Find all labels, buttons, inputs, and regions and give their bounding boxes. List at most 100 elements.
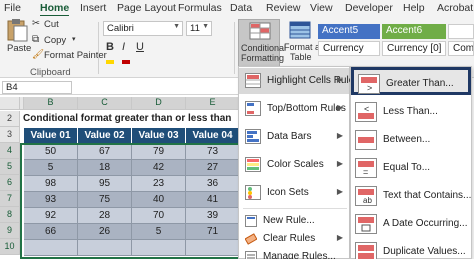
font-name-select[interactable]: Calibri ▼ (103, 21, 183, 36)
column-header-d[interactable]: D (132, 97, 186, 110)
table-cell[interactable]: 36 (186, 176, 240, 192)
column-header-c[interactable]: C (78, 97, 132, 110)
cut-button[interactable]: ✂ Cut (32, 18, 92, 32)
table-cell[interactable] (24, 240, 78, 256)
italic-button[interactable]: I (122, 41, 125, 53)
menu-item-highlight-cells-rules[interactable]: Highlight Cells Rules ▶ (239, 68, 359, 94)
table-cell[interactable]: 39 (186, 208, 240, 224)
style-accent6[interactable]: Accent6 (382, 24, 446, 39)
submenu-item-less-than[interactable]: < Less Than... (351, 98, 471, 126)
menu-item-label: Color Scales (267, 159, 324, 170)
tab-data[interactable]: Data (230, 2, 252, 14)
table-header-cell[interactable]: Value 02 (78, 128, 132, 144)
row-header[interactable]: 7 (0, 191, 20, 207)
table-cell[interactable]: 70 (132, 208, 186, 224)
menu-item-data-bars[interactable]: Data Bars ▶ (239, 124, 349, 150)
font-color-icon[interactable] (122, 60, 130, 64)
table-cell[interactable]: 41 (186, 192, 240, 208)
row-header[interactable]: 10 (0, 239, 20, 255)
name-box[interactable]: B4 (2, 81, 72, 94)
menu-item-color-scales[interactable]: Color Scales ▶ (239, 152, 349, 178)
table-cell[interactable]: 92 (24, 208, 78, 224)
menu-item-top-bottom-rules[interactable]: Top/Bottom Rules ▶ (239, 96, 349, 122)
table-cell[interactable]: 98 (24, 176, 78, 192)
copy-button[interactable]: ⧉ Copy ▾ (32, 34, 92, 48)
conditional-formatting-icon (249, 22, 271, 40)
tab-help[interactable]: Help (403, 2, 425, 14)
column-header-b[interactable]: B (24, 97, 78, 110)
table-cell[interactable]: 5 (132, 224, 186, 240)
font-size-select[interactable]: 11 ▼ (186, 21, 212, 36)
row-header[interactable]: 9 (0, 223, 20, 239)
underline-button[interactable]: U (136, 41, 144, 53)
menu-item-clear-rules[interactable]: Clear Rules ▶ (239, 230, 349, 248)
table-header-cell[interactable]: Value 03 (132, 128, 186, 144)
table-cell[interactable]: 27 (186, 160, 240, 176)
style-next[interactable] (448, 24, 474, 39)
row-header[interactable]: 8 (0, 207, 20, 223)
row-header[interactable]: 3 (0, 127, 20, 143)
tab-file[interactable]: File (4, 2, 21, 14)
tab-developer[interactable]: Developer (345, 2, 393, 14)
table-cell[interactable] (78, 240, 132, 256)
fill-color-icon[interactable] (106, 60, 114, 64)
table-cell[interactable]: 67 (78, 144, 132, 160)
table-cell[interactable]: 50 (24, 144, 78, 160)
row-header[interactable]: 2 (0, 111, 20, 127)
row-header[interactable]: 5 (0, 159, 20, 175)
column-header-e[interactable]: E (186, 97, 240, 110)
table-cell[interactable]: 40 (132, 192, 186, 208)
style-currency-0[interactable]: Currency [0] (382, 41, 446, 56)
menu-item-manage-rules[interactable]: Manage Rules... (239, 248, 349, 259)
worksheet-grid[interactable]: B C D E 2 3 4 5 6 7 8 9 10 Conditional f… (0, 97, 242, 259)
table-cell[interactable]: 42 (132, 160, 186, 176)
table-cell[interactable] (186, 240, 240, 256)
style-accent5[interactable]: Accent5 (318, 24, 380, 39)
tab-home[interactable]: Home (40, 2, 70, 17)
menu-item-icon-sets[interactable]: Icon Sets ▶ (239, 180, 349, 206)
table-cell[interactable]: 75 (78, 192, 132, 208)
table-cell[interactable]: 23 (132, 176, 186, 192)
table-header-cell[interactable]: Value 04 (186, 128, 240, 144)
table-cell[interactable]: 79 (132, 144, 186, 160)
tab-formulas[interactable]: Formulas (178, 2, 222, 14)
submenu-item-greater-than[interactable]: > Greater Than... (351, 67, 471, 95)
format-painter-button[interactable]: 🖌 Format Painter (32, 49, 112, 63)
table-cell[interactable] (132, 240, 186, 256)
tab-acrobat[interactable]: Acrobat (437, 2, 473, 14)
conditional-formatting-button[interactable]: Conditional Formatting (238, 19, 286, 67)
ribbon-tab-bar: File Home Insert Page Layout Formulas Da… (0, 0, 474, 17)
table-cell[interactable]: 73 (186, 144, 240, 160)
tab-review[interactable]: Review (266, 2, 300, 14)
submenu-item-duplicate-values[interactable]: Duplicate Values... (351, 238, 471, 259)
submenu-item-between[interactable]: Between... (351, 126, 471, 154)
table-cell[interactable]: 71 (186, 224, 240, 240)
table-header-cell[interactable]: Value 01 (24, 128, 78, 144)
chevron-down-icon: ▾ (72, 36, 76, 43)
format-as-table-label-2: Table (290, 52, 312, 62)
style-currency[interactable]: Currency (318, 41, 380, 56)
table-cell[interactable]: 95 (78, 176, 132, 192)
tab-insert[interactable]: Insert (80, 2, 106, 14)
between-icon (355, 130, 377, 150)
menu-item-new-rule[interactable]: New Rule... (239, 212, 349, 230)
table-cell[interactable]: 66 (24, 224, 78, 240)
select-all-corner[interactable] (0, 97, 20, 110)
sheet-title-cell[interactable]: Conditional format greater than or less … (21, 111, 240, 127)
table-cell[interactable]: 26 (78, 224, 132, 240)
table-cell[interactable]: 5 (24, 160, 78, 176)
table-cell[interactable]: 93 (24, 192, 78, 208)
format-as-table-button[interactable]: Format as Table (282, 19, 325, 67)
submenu-item-equal-to[interactable]: = Equal To... (351, 154, 471, 182)
paste-button[interactable]: Paste (4, 18, 31, 58)
table-cell[interactable]: 18 (78, 160, 132, 176)
row-header[interactable]: 6 (0, 175, 20, 191)
row-header[interactable]: 4 (0, 143, 20, 159)
bold-button[interactable]: B (106, 41, 114, 53)
tab-view[interactable]: View (310, 2, 333, 14)
table-cell[interactable]: 28 (78, 208, 132, 224)
style-comma[interactable]: Com (448, 41, 474, 56)
tab-page-layout[interactable]: Page Layout (117, 2, 176, 14)
submenu-item-text-contains[interactable]: ab Text that Contains... (351, 182, 471, 210)
submenu-item-date-occurring[interactable]: A Date Occurring... (351, 210, 471, 238)
